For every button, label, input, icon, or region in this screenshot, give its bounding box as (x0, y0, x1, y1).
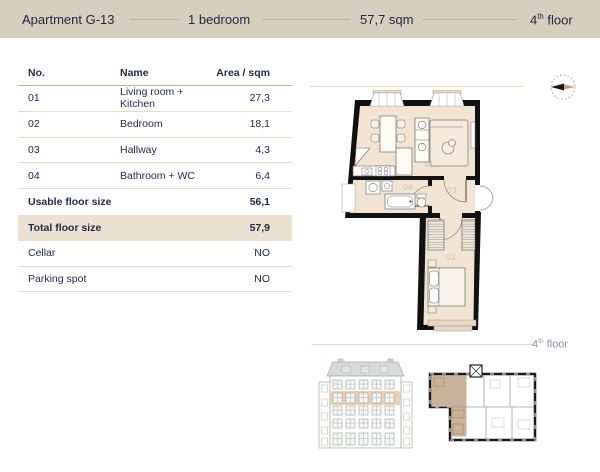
nightstand (428, 260, 436, 267)
apartment-datasheet: Apartment G-13 1 bedroom 57,7 sqm 4th fl… (0, 0, 600, 472)
compass-icon (548, 72, 578, 102)
col-no: No. (28, 67, 120, 79)
plan-top-rule (310, 86, 524, 87)
tv-bench (471, 122, 475, 148)
usable-floor-size-row: Usable floor size 56,1 (18, 189, 292, 215)
nightstand (428, 306, 436, 313)
wardrobe (462, 220, 475, 250)
cellar-row: Cellar NO (18, 241, 292, 267)
room-label-bedroom: 02 (446, 253, 456, 262)
dining-table (380, 116, 396, 152)
col-area: Area / sqm (208, 67, 270, 79)
table-row: 04 Bathroom + WC 6,4 (18, 163, 292, 189)
floor-overview-plan (422, 358, 542, 450)
room-table: No. Name Area / sqm 01 Living room + Kit… (18, 60, 292, 292)
washbasin (366, 181, 380, 194)
overview-floor-label: 4th floor (532, 338, 568, 351)
total-floor-size-row: Total floor size 57,9 (18, 215, 292, 241)
parking-row: Parking spot NO (18, 267, 292, 293)
table-header-row: No. Name Area / sqm (18, 60, 292, 86)
pillow (430, 271, 439, 286)
overview-rule (312, 344, 534, 345)
apartment-title: Apartment G-13 (22, 12, 115, 27)
room-label-bathroom: 04 (403, 183, 413, 192)
building-elevation (318, 358, 413, 453)
washing-machine (382, 181, 392, 191)
toilet (417, 194, 426, 198)
header-divider (130, 19, 180, 20)
header-bar: Apartment G-13 1 bedroom 57,7 sqm 4th fl… (0, 0, 600, 38)
header-divider (262, 19, 350, 20)
table-row: 03 Hallway 4,3 (18, 138, 292, 164)
wardrobe (428, 220, 444, 250)
kitchen-unit (396, 148, 412, 175)
floor-number: 4th floor (530, 12, 573, 27)
table-row: 02 Bedroom 18,1 (18, 112, 292, 138)
header-divider (423, 19, 517, 20)
room-label-hallway: 03 (447, 186, 457, 195)
total-area: 57,7 sqm (360, 12, 413, 27)
room-label-living: 01 (424, 160, 434, 169)
floor-plan: 01 04 03 02 (340, 90, 500, 340)
col-name: Name (120, 67, 208, 79)
bedroom-count: 1 bedroom (188, 12, 250, 27)
pillow (430, 288, 439, 303)
table-row: 01 Living room + Kitchen 27,3 (18, 86, 292, 112)
